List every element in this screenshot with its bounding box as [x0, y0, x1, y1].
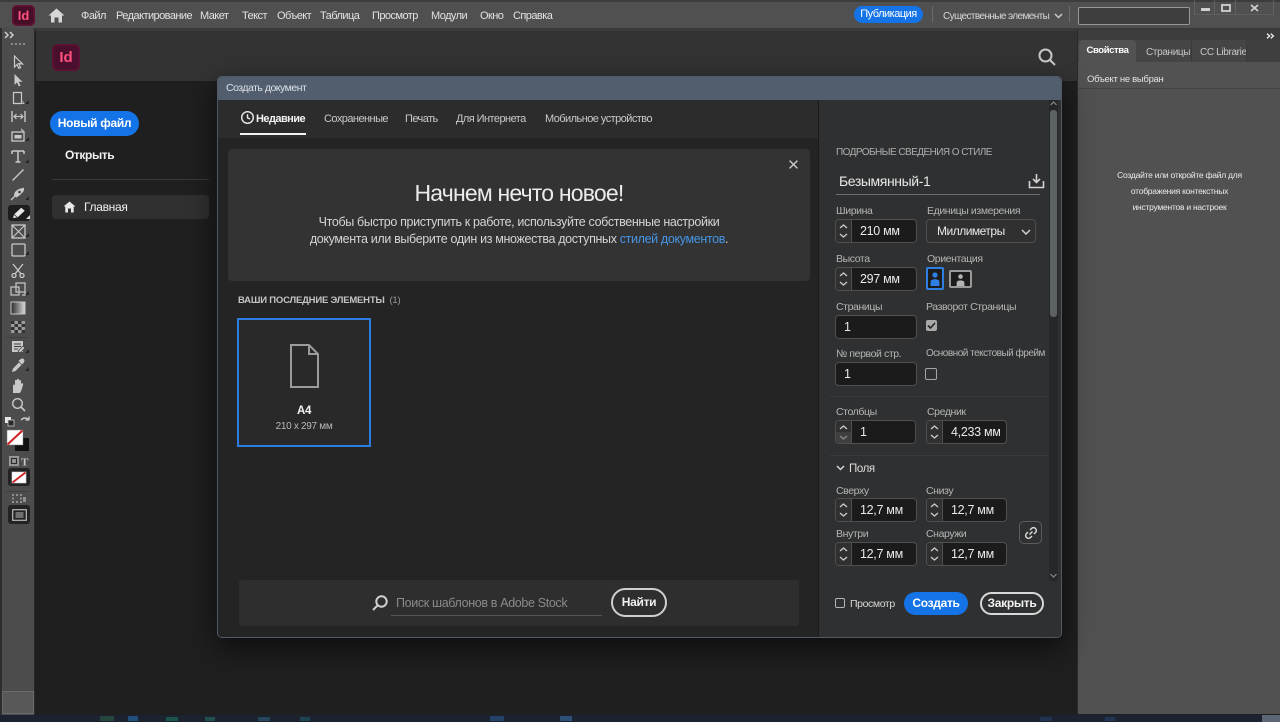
svg-text:T: T [21, 457, 29, 468]
